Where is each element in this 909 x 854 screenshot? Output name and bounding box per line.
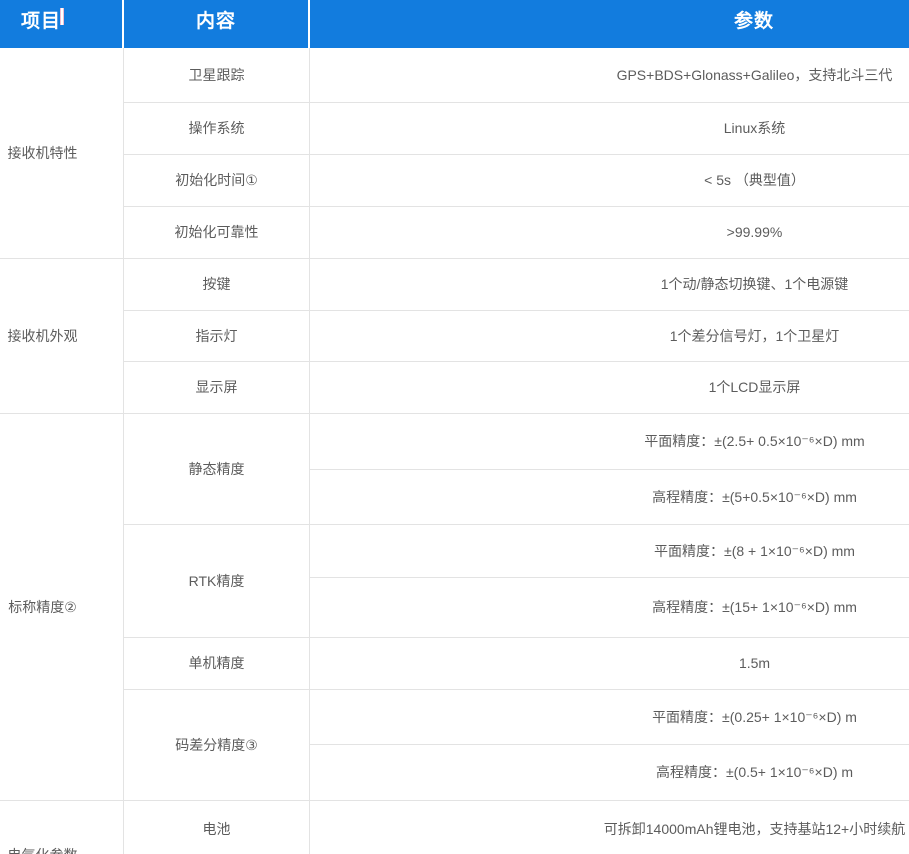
content-cell: 单机精度 xyxy=(124,638,310,690)
param-cell: 平面精度：±(8 + 1×10⁻⁶×D) mm xyxy=(310,525,909,578)
group-label-receiver-appearance: 接收机外观 xyxy=(0,259,124,414)
param-cell: 高程精度：±(15+ 1×10⁻⁶×D) mm xyxy=(310,578,909,638)
content-cell: 初始化时间① xyxy=(124,155,310,207)
group-label-nominal-accuracy: 标称精度② xyxy=(0,414,124,801)
content-cell: 按键 xyxy=(124,259,310,311)
param-cell: GPS+BDS+Glonass+Galileo，支持北斗三代 xyxy=(310,48,909,103)
content-cell: 码差分精度③ xyxy=(124,690,310,801)
header-cell-content: 内容 xyxy=(124,0,310,48)
param-cell: 平面精度：±(2.5+ 0.5×10⁻⁶×D) mm xyxy=(310,414,909,470)
param-cell: 1个差分信号灯，1个卫星灯 xyxy=(310,311,909,362)
content-cell: 显示屏 xyxy=(124,362,310,414)
content-cell: 操作系统 xyxy=(124,103,310,155)
param-cell: < 5s （典型值） xyxy=(310,155,909,207)
content-cell: 静态精度 xyxy=(124,414,310,525)
param-cell: Linux系统 xyxy=(310,103,909,155)
content-cell: 初始化可靠性 xyxy=(124,207,310,259)
spec-table: 项目 内容 参数 接收机特性 卫星跟踪 GPS+BDS+Glonass+Gali… xyxy=(0,0,909,854)
header-cell-param: 参数 xyxy=(310,0,909,48)
content-cell: 卫星跟踪 xyxy=(124,48,310,103)
param-cell: >99.99% xyxy=(310,207,909,259)
param-cell: 高程精度：±(5+0.5×10⁻⁶×D) mm xyxy=(310,470,909,525)
param-cell: 1个LCD显示屏 xyxy=(310,362,909,414)
content-cell: 指示灯 xyxy=(124,311,310,362)
content-cell: 电池 xyxy=(124,801,310,854)
param-cell: 1.5m xyxy=(310,638,909,690)
param-cell: 平面精度：±(0.25+ 1×10⁻⁶×D) m xyxy=(310,690,909,745)
text-cursor-artifact xyxy=(60,8,64,25)
group-label-electrical-params: 电气化参数 xyxy=(0,801,124,854)
spec-table-page: 项目 内容 参数 接收机特性 卫星跟踪 GPS+BDS+Glonass+Gali… xyxy=(0,0,909,854)
content-cell: RTK精度 xyxy=(124,525,310,638)
param-cell: 高程精度：±(0.5+ 1×10⁻⁶×D) m xyxy=(310,745,909,801)
param-cell: 1个动/静态切换键、1个电源键 xyxy=(310,259,909,311)
group-label-receiver-features: 接收机特性 xyxy=(0,48,124,259)
param-cell: 可拆卸14000mAh锂电池，支持基站12+小时续航 xyxy=(310,801,909,854)
